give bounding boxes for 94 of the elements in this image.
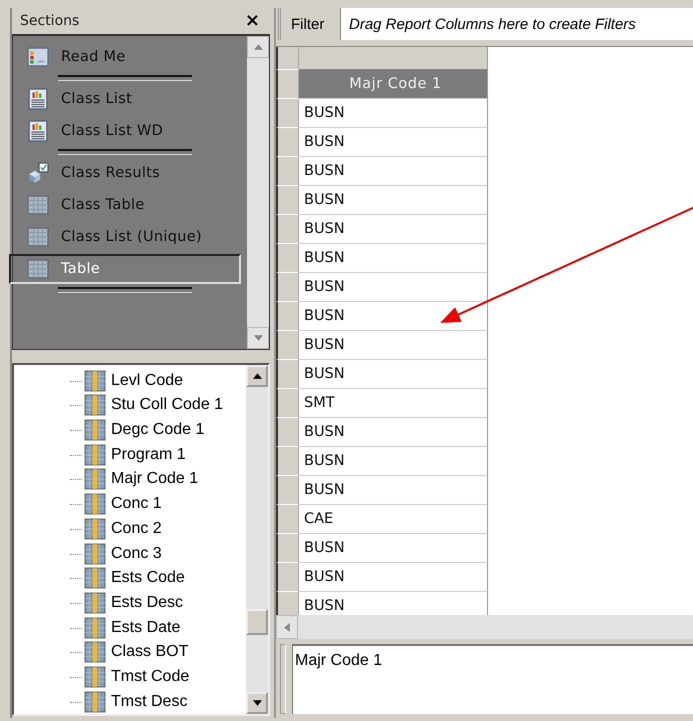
tree-item[interactable]: Conc 1 xyxy=(72,492,246,516)
column-icon xyxy=(84,616,106,639)
grid-icon xyxy=(27,226,49,248)
grid-icon xyxy=(27,194,49,216)
up-arrow-icon xyxy=(252,373,262,380)
scrollbar[interactable] xyxy=(276,615,693,639)
up-arrow-icon xyxy=(254,44,262,50)
column-icon xyxy=(84,592,106,614)
row-selector[interactable] xyxy=(276,128,299,157)
table-cell: BUSN xyxy=(299,534,488,563)
tree-item[interactable]: Class BOT xyxy=(72,640,246,665)
close-button[interactable]: × xyxy=(242,12,262,30)
column-icon xyxy=(84,518,106,540)
column-icon xyxy=(84,444,106,466)
row-selector[interactable] xyxy=(276,476,299,505)
filter-drop-zone[interactable]: Drag Report Columns here to create Filters xyxy=(340,8,693,40)
tree-item[interactable]: Degc Code 1 xyxy=(72,418,246,442)
table-cell: BUSN xyxy=(299,157,488,186)
row-selector[interactable] xyxy=(276,505,299,534)
section-item[interactable]: Class Results xyxy=(13,158,241,188)
row-selector[interactable] xyxy=(276,70,299,99)
column-icon xyxy=(84,419,106,442)
row-selector[interactable] xyxy=(276,244,299,273)
down-arrow-icon xyxy=(254,334,262,341)
column-header[interactable]: Majr Code 1 xyxy=(299,70,488,99)
row-selector[interactable] xyxy=(276,186,299,215)
tree-item[interactable]: Conc 3 xyxy=(72,541,246,566)
tree-item[interactable]: Ests Code xyxy=(72,566,246,591)
row-selector[interactable] xyxy=(276,360,299,389)
cube-icon xyxy=(27,162,49,184)
tree-item[interactable]: Conc 2 xyxy=(72,516,246,542)
table-cell: BUSN xyxy=(299,186,488,215)
row-selector[interactable] xyxy=(276,99,299,128)
column-icon xyxy=(84,666,106,688)
column-icon xyxy=(84,690,106,713)
table-cell: BUSN xyxy=(299,563,488,592)
row-selector[interactable] xyxy=(276,331,299,360)
tree-item[interactable]: Majr Code 1 xyxy=(72,467,246,492)
row-selector[interactable] xyxy=(276,563,299,592)
section-item[interactable]: Class List WD xyxy=(13,116,241,146)
row-selector[interactable] xyxy=(276,215,299,244)
down-arrow-icon xyxy=(252,700,262,706)
table-cell: BUSN xyxy=(299,331,488,360)
left-arrow-icon xyxy=(284,622,290,632)
scroll-up-button[interactable] xyxy=(247,36,269,58)
column-icon xyxy=(84,468,106,490)
panel-title: Sections xyxy=(20,12,80,29)
column-icon xyxy=(84,394,106,416)
scrollbar[interactable] xyxy=(246,365,268,714)
section-item[interactable]: Class List xyxy=(13,84,241,114)
tree-item[interactable]: Stu Coll Code 1 xyxy=(72,393,246,418)
report-icon xyxy=(27,88,49,110)
scroll-thumb[interactable] xyxy=(246,609,268,636)
table-cell: BUSN xyxy=(299,418,488,447)
table-cell: BUSN xyxy=(299,128,488,157)
table-cell: SMT xyxy=(299,389,488,418)
section-item[interactable]: Class Table xyxy=(13,190,241,220)
formula-field[interactable]: Majr Code 1 xyxy=(292,644,693,714)
table-cell: BUSN xyxy=(299,447,488,476)
row-selector[interactable] xyxy=(276,157,299,186)
section-item[interactable]: Read Me xyxy=(13,42,241,72)
row-selector[interactable] xyxy=(276,302,299,331)
table-cell: BUSN xyxy=(299,360,488,389)
scrollbar[interactable] xyxy=(247,36,269,349)
row-selector[interactable] xyxy=(276,534,299,563)
table-cell: BUSN xyxy=(299,302,488,331)
table-cell: BUSN xyxy=(299,244,488,273)
row-selector[interactable] xyxy=(276,418,299,447)
column-icon xyxy=(84,542,106,565)
grid-corner[interactable] xyxy=(276,47,299,70)
section-item[interactable]: Class List (Unique) xyxy=(13,222,241,252)
row-selector[interactable] xyxy=(276,273,299,302)
tree-item[interactable]: Program 1 xyxy=(72,442,246,468)
tree-item[interactable]: Ests Desc xyxy=(72,590,246,616)
column-icon xyxy=(84,567,106,590)
column-icon xyxy=(84,641,106,664)
column-icon xyxy=(84,370,106,392)
tree-item[interactable]: Tmst Code xyxy=(72,664,246,690)
table-cell: CAE xyxy=(299,505,488,534)
row-selector[interactable] xyxy=(276,389,299,418)
table-cell: BUSN xyxy=(299,215,488,244)
column-icon xyxy=(84,493,106,516)
tree-item[interactable]: Ests Date xyxy=(72,615,246,640)
row-selector[interactable] xyxy=(276,592,299,615)
dashboard-icon xyxy=(27,46,49,68)
table-cell: BUSN xyxy=(299,476,488,505)
table-cell: BUSN xyxy=(299,273,488,302)
table-cell: BUSN xyxy=(299,99,488,128)
row-selector[interactable] xyxy=(276,447,299,476)
report-icon xyxy=(27,120,49,142)
tree-item[interactable]: Levl Code xyxy=(72,368,246,394)
grid-icon xyxy=(27,258,49,280)
section-item[interactable]: Table xyxy=(9,254,241,284)
tree-item[interactable]: Tmst Desc xyxy=(72,689,246,714)
